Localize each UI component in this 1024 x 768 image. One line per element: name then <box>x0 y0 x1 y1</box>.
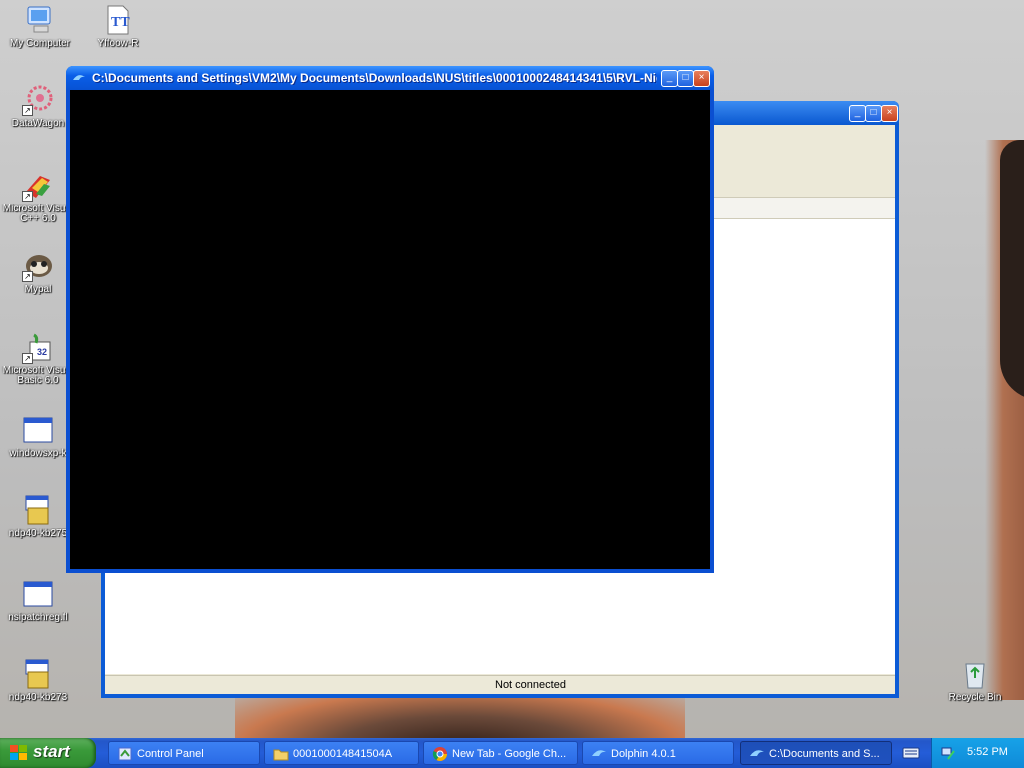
close-button[interactable]: × <box>693 70 710 87</box>
recycle-bin-icon <box>959 658 991 690</box>
dolphin-icon <box>749 746 765 762</box>
render-title-bar[interactable]: C:\Documents and Settings\VM2\My Documen… <box>66 66 714 90</box>
svg-text:TT: TT <box>111 15 130 30</box>
maximize-button[interactable]: □ <box>677 70 694 87</box>
dolphin-icon <box>591 746 607 762</box>
start-label: start <box>33 742 70 761</box>
minimize-button[interactable]: _ <box>661 70 678 87</box>
connection-status: Not connected <box>495 679 566 691</box>
network-icon[interactable] <box>940 745 956 761</box>
keyboard-icon[interactable] <box>902 745 920 761</box>
status-bar: Not connected <box>105 675 895 694</box>
render-window[interactable]: C:\Documents and Settings\VM2\My Documen… <box>66 66 714 573</box>
shortcut-arrow-icon: ↗ <box>22 353 33 364</box>
minimize-button[interactable]: _ <box>849 105 866 122</box>
system-tray: 5:52 PM <box>931 738 1024 768</box>
taskbar-button-dolphin[interactable]: Dolphin 4.0.1 <box>582 741 734 765</box>
datawagon-icon: ↗ <box>22 84 54 116</box>
desktop-icon-ndp40-kb273[interactable]: ndp40-kb273 <box>0 658 78 703</box>
window-file-icon <box>22 578 54 610</box>
folder-icon <box>273 746 289 762</box>
taskbar-button-render-window[interactable]: C:\Documents and S... <box>740 741 892 765</box>
wallpaper-hair <box>1000 140 1024 400</box>
installer-icon <box>22 658 54 690</box>
desktop-icon-yffoow[interactable]: TT Yffoow-R <box>78 4 158 49</box>
installer-icon <box>22 494 54 526</box>
window-file-icon <box>22 414 54 446</box>
windows-logo-icon <box>10 745 28 761</box>
start-button[interactable]: start <box>0 738 96 768</box>
desktop-icon-recycle-bin[interactable]: Recycle Bin <box>935 658 1015 703</box>
mypal-icon: ↗ <box>22 250 54 282</box>
taskbar-button-chrome[interactable]: New Tab - Google Ch... <box>423 741 578 765</box>
font-file-icon: TT <box>102 4 134 36</box>
render-area[interactable] <box>70 90 710 569</box>
visual-basic-icon: 32 ↗ <box>22 332 54 364</box>
dolphin-icon <box>72 71 86 85</box>
close-button[interactable]: × <box>881 105 898 122</box>
window-title: C:\Documents and Settings\VM2\My Documen… <box>92 71 657 85</box>
shortcut-arrow-icon: ↗ <box>22 191 33 202</box>
clock[interactable]: 5:52 PM <box>967 746 1008 758</box>
desktop-icon-my-computer[interactable]: My Computer <box>0 4 80 49</box>
taskbar-button-folder[interactable]: 000100014841504A <box>264 741 419 765</box>
desktop-icon-nsipatchreg[interactable]: nsipatchreg.fl <box>0 578 78 623</box>
svg-text:32: 32 <box>37 347 47 357</box>
maximize-button[interactable]: □ <box>865 105 882 122</box>
taskbar-button-control-panel[interactable]: Control Panel <box>108 741 260 765</box>
my-computer-icon <box>24 4 56 36</box>
shortcut-arrow-icon: ↗ <box>22 271 33 282</box>
taskbar: start Control Panel 000100014841504A New… <box>0 738 1024 768</box>
shortcut-arrow-icon: ↗ <box>22 105 33 116</box>
visual-cpp-icon: ↗ <box>22 170 54 202</box>
control-panel-icon <box>117 746 133 762</box>
chrome-icon <box>432 746 448 762</box>
